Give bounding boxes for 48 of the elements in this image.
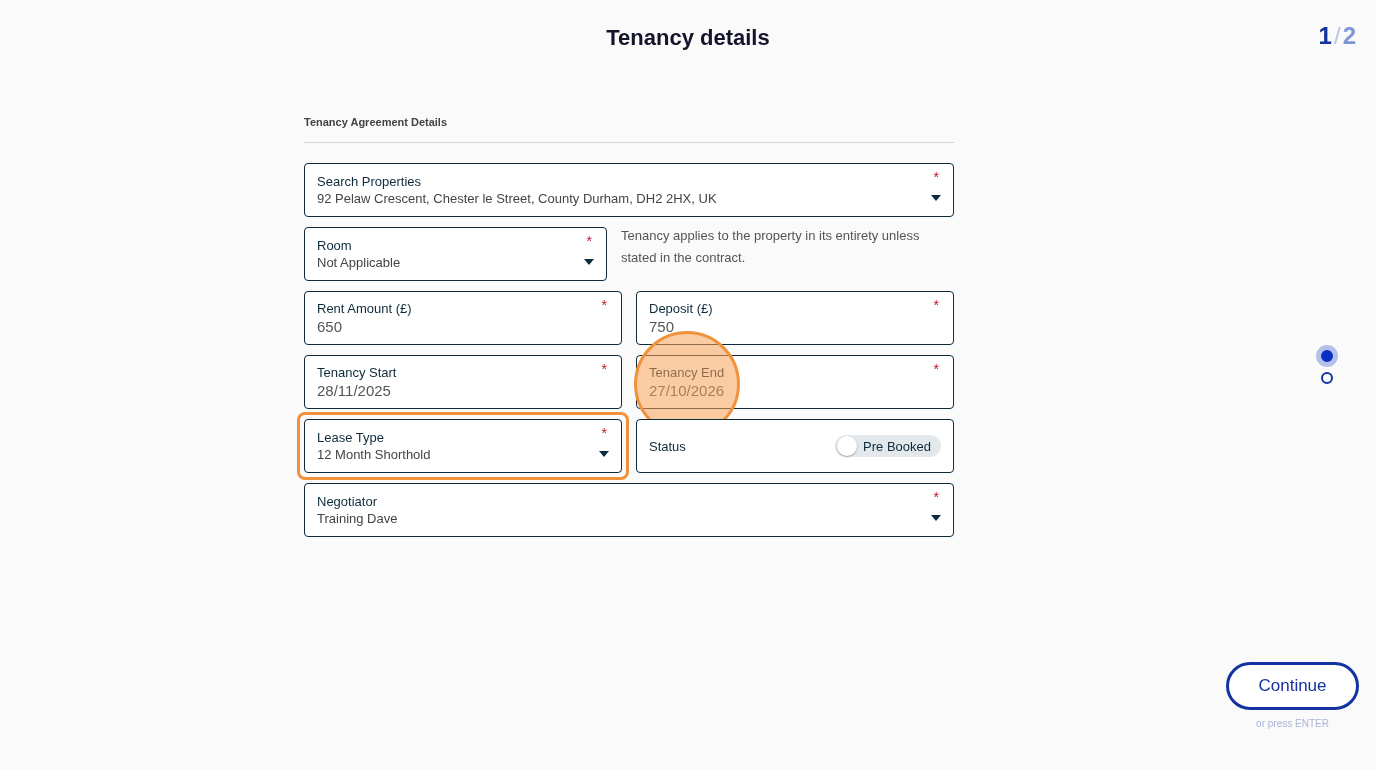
input-field[interactable]: Tenancy End 27/10/2026 * [636, 355, 954, 409]
field-value: 650 [317, 318, 344, 335]
field-value: 28/11/2025 [317, 382, 392, 399]
help-text: Tenancy applies to the property in its entirety unless stated in the contract. [621, 227, 921, 267]
field-label: Lease Type [317, 430, 385, 445]
field-value: 92 Pelaw Crescent, Chester le Street, County Durham, DH2 2HX, UK [317, 191, 717, 206]
required-mark: * [933, 489, 939, 505]
status-field[interactable]: Status Pre Booked [636, 419, 954, 473]
field-value: 27/10/2026 [649, 382, 725, 399]
step-separator: / [1333, 22, 1341, 49]
step-current: 1 [1318, 22, 1332, 49]
required-mark: * [601, 297, 607, 313]
step-dot[interactable] [1321, 372, 1333, 384]
field-label: Rent Amount (£) [317, 301, 412, 316]
field-value: Not Applicable [317, 255, 401, 270]
continue-button[interactable]: Continue [1226, 662, 1359, 710]
status-toggle[interactable]: Pre Booked [835, 435, 941, 457]
required-mark: * [933, 169, 939, 185]
field-label: Search Properties [317, 174, 423, 189]
required-mark: * [601, 425, 607, 441]
field-value: 12 Month Shorthold [317, 447, 431, 462]
field-label: Tenancy End [649, 365, 725, 380]
required-mark: * [933, 297, 939, 313]
caret-icon [584, 259, 594, 265]
field-value: 750 [649, 318, 676, 335]
field-label: Deposit (£) [649, 301, 713, 316]
dropdown-field[interactable]: Room Not Applicable * [304, 227, 607, 281]
page-title: Tenancy details [606, 25, 770, 51]
dropdown-field[interactable]: Lease Type 12 Month Shorthold * [304, 419, 622, 473]
section-title: Tenancy Agreement Details [304, 116, 954, 143]
input-field[interactable]: Tenancy Start 28/11/2025 * [304, 355, 622, 409]
required-mark: * [933, 361, 939, 377]
caret-icon [931, 515, 941, 521]
caret-icon [599, 451, 609, 457]
required-mark: * [586, 233, 592, 249]
field-label: Status [649, 438, 686, 454]
enter-hint: or press ENTER [1256, 718, 1329, 729]
caret-icon [931, 195, 941, 201]
required-mark: * [601, 361, 607, 377]
input-field[interactable]: Deposit (£) 750 * [636, 291, 954, 345]
input-field[interactable]: Rent Amount (£) 650 * [304, 291, 622, 345]
field-label: Room [317, 238, 353, 253]
step-total: 2 [1342, 22, 1356, 49]
field-label: Negotiator [317, 494, 378, 509]
dropdown-field[interactable]: Search Properties 92 Pelaw Crescent, Chester le Street, County Durham, DH2 2HX, UK * [304, 163, 954, 217]
field-label: Tenancy Start [317, 365, 397, 380]
dropdown-field[interactable]: Negotiator Training Dave * [304, 483, 954, 537]
field-value: Training Dave [317, 511, 398, 526]
